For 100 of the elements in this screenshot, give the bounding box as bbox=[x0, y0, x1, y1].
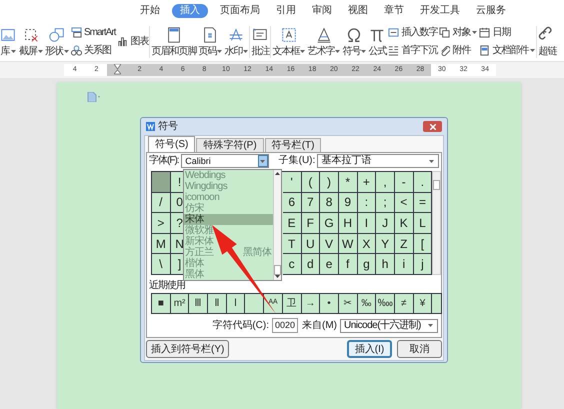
ribbon-button[interactable]: 首字下沉 bbox=[388, 44, 438, 56]
symbol-cell[interactable]: = bbox=[414, 192, 432, 214]
symbol-cell[interactable]: E bbox=[282, 213, 302, 234]
scroll-thumb[interactable] bbox=[274, 265, 281, 275]
symbol-cell[interactable]: 8 bbox=[320, 192, 339, 214]
symbol-cell[interactable]: d bbox=[302, 254, 320, 275]
ribbon-button[interactable]: 页码 bbox=[197, 26, 224, 58]
font-list-item[interactable]: 宋体 bbox=[184, 214, 272, 225]
ribbon-button[interactable]: 附件 bbox=[439, 44, 478, 56]
menu-tab[interactable]: 开发工具 bbox=[416, 4, 464, 18]
symbol-cell[interactable]: e bbox=[320, 254, 339, 275]
symbol-cell[interactable]: : bbox=[358, 192, 376, 214]
ribbon-button[interactable]: SmartArt bbox=[71, 26, 116, 38]
symbol-cell[interactable]: W bbox=[338, 234, 358, 254]
symbol-cell[interactable]: Y bbox=[376, 234, 395, 254]
symbol-cell[interactable]: → bbox=[302, 294, 320, 313]
menu-tab[interactable]: 云服务 bbox=[472, 4, 510, 18]
scrollbar[interactable] bbox=[432, 171, 442, 275]
symbol-cell[interactable]: ' bbox=[282, 172, 302, 193]
menu-tab[interactable]: 视图 bbox=[344, 4, 372, 18]
symbol-cell[interactable]: U bbox=[302, 234, 320, 254]
symbol-cell[interactable]: ; bbox=[376, 192, 395, 214]
shapes-icon bbox=[48, 26, 66, 44]
ribbon-button[interactable]: 公式 bbox=[367, 26, 388, 58]
source-select[interactable]: Unicode(十六进制) bbox=[340, 318, 438, 332]
ribbon-button[interactable]: 图表 bbox=[117, 36, 148, 48]
menu-tab[interactable]: 审阅 bbox=[308, 4, 336, 18]
ribbon-button[interactable]: 艺术字 bbox=[306, 26, 342, 58]
ribbon-button[interactable]: 形状 bbox=[44, 26, 70, 58]
symbol-cell[interactable]: T bbox=[282, 234, 302, 254]
symbol-cell[interactable]: m² bbox=[170, 294, 190, 313]
subset-select[interactable]: 基本拉丁语 bbox=[317, 154, 439, 168]
symbol-cell[interactable]: - bbox=[394, 172, 414, 193]
symbol-cell[interactable]: L bbox=[414, 213, 432, 234]
dialog-button[interactable]: 插入(I) bbox=[347, 340, 392, 358]
dialog-tab[interactable]: 符号(S) bbox=[148, 136, 196, 152]
symbol-cell[interactable]: 6 bbox=[282, 192, 302, 214]
dropdown-button[interactable] bbox=[258, 155, 268, 167]
ribbon-button[interactable]: 关系图 bbox=[71, 44, 116, 56]
symbol-cell[interactable]: [ bbox=[414, 234, 432, 254]
symbol-cell[interactable]: Z bbox=[394, 234, 414, 254]
ribbon-button[interactable]: 日期 bbox=[479, 26, 536, 38]
ribbon-button[interactable]: 批注 bbox=[250, 26, 270, 58]
caret-icon bbox=[260, 160, 266, 162]
symbol-cell[interactable]: F bbox=[302, 213, 320, 234]
symbol-cell[interactable]: h bbox=[376, 254, 395, 275]
symbol-cell[interactable]: G bbox=[320, 213, 339, 234]
symbol-cell[interactable]: < bbox=[394, 192, 414, 214]
symbol-cell[interactable]: ¥ bbox=[414, 294, 432, 313]
dialog-button[interactable]: 插入到符号栏(Y) bbox=[146, 340, 230, 358]
symbol-cell[interactable]: M bbox=[152, 234, 171, 254]
ribbon-button[interactable]: 水印 bbox=[223, 26, 250, 58]
symbol-cell[interactable]: , bbox=[376, 172, 395, 193]
symbol-cell[interactable]: i bbox=[394, 254, 414, 275]
symbol-cell[interactable]: ‰ bbox=[358, 294, 376, 313]
symbol-cell[interactable]: ( bbox=[302, 172, 320, 193]
symbol-cell[interactable]: ‱ bbox=[376, 294, 395, 313]
symbol-cell[interactable]: V bbox=[320, 234, 339, 254]
ribbon-button[interactable]: 文档部件 bbox=[479, 44, 536, 56]
symbol-cell[interactable]: f bbox=[338, 254, 358, 275]
symbol-cell[interactable]: H bbox=[338, 213, 358, 234]
ribbon-button[interactable]: 插入数字 bbox=[388, 26, 438, 38]
symbol-cell[interactable]: 7 bbox=[302, 192, 320, 214]
scroll-up-icon[interactable] bbox=[274, 172, 280, 175]
menu-tab[interactable]: 页面布局 bbox=[216, 4, 264, 18]
symbol-cell[interactable]: X bbox=[358, 234, 376, 254]
ribbon-button[interactable]: 截屏 bbox=[18, 26, 44, 58]
symbol-cell[interactable]: K bbox=[394, 213, 414, 234]
font-dropdown-menu[interactable]: Webdings Wingdings icomoon 仿宋 宋体 微软雅 新宋体 方正兰 黑简体 楷体 黑体 bbox=[183, 169, 282, 281]
symbol-cell[interactable]: j bbox=[414, 254, 432, 275]
ribbon-button[interactable]: 符号 bbox=[341, 26, 368, 58]
ribbon-button[interactable]: 文本框 bbox=[271, 26, 306, 58]
symbol-cell[interactable]: + bbox=[358, 172, 376, 193]
symbol-cell[interactable]: g bbox=[358, 254, 376, 275]
menu-tab[interactable]: 引用 bbox=[272, 4, 300, 18]
font-select[interactable]: Calibri bbox=[181, 154, 269, 168]
ribbon-button[interactable]: 超链 bbox=[537, 26, 558, 58]
ribbon-button[interactable]: 页眉和页脚 bbox=[150, 26, 198, 58]
menu-tab[interactable]: 章节 bbox=[380, 4, 408, 18]
dialog-button[interactable]: 取消 bbox=[397, 340, 442, 358]
symbol-cell[interactable] bbox=[152, 172, 171, 193]
dialog-tab[interactable]: 特殊字符(P) bbox=[196, 138, 264, 152]
symbol-cell[interactable]: \ bbox=[152, 254, 171, 275]
close-button[interactable] bbox=[423, 121, 442, 132]
code-field[interactable]: 0020 bbox=[272, 318, 298, 333]
dialog-tab[interactable]: 符号栏(T) bbox=[264, 138, 322, 152]
symbol-cell[interactable]: > bbox=[152, 213, 171, 234]
symbol-cell[interactable]: * bbox=[338, 172, 358, 193]
symbol-cell[interactable]: . bbox=[414, 172, 432, 193]
field-label: 来自(M) bbox=[302, 320, 337, 332]
symbol-cell[interactable]: I bbox=[358, 213, 376, 234]
symbol-cell[interactable]: c bbox=[282, 254, 302, 275]
symbol-cell[interactable]: J bbox=[376, 213, 395, 234]
symbol-cell[interactable]: / bbox=[152, 192, 171, 214]
symbol-cell[interactable]: 9 bbox=[338, 192, 358, 214]
menu-tab[interactable]: 开始 bbox=[136, 4, 164, 18]
lines-icon bbox=[388, 45, 400, 56]
symbol-cell[interactable]: ) bbox=[320, 172, 339, 193]
ribbon-button[interactable]: 对象 bbox=[439, 26, 478, 38]
ribbon-button[interactable]: 库 bbox=[0, 26, 18, 58]
